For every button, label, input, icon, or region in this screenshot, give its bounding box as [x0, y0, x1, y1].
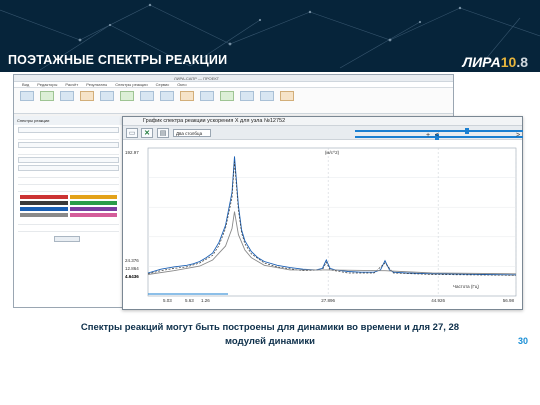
panel-row	[18, 135, 119, 140]
y-readout: 4.6436	[125, 274, 139, 279]
logo-name: ЛИРА	[462, 54, 501, 70]
color-swatch[interactable]	[69, 201, 117, 205]
page-number: 30	[518, 336, 529, 346]
ribbon-button[interactable]	[180, 91, 194, 101]
right-arrow-icon[interactable]: >	[516, 132, 520, 139]
menu-item[interactable]: Спектры реакции	[115, 82, 147, 87]
y-readout: 12.864	[125, 266, 139, 271]
panel-row	[18, 180, 119, 185]
columns-select[interactable]: Два столбца	[173, 129, 211, 137]
ribbon-button[interactable]	[60, 91, 74, 101]
panel-field[interactable]	[18, 127, 119, 133]
y-readout-top: 192.97	[125, 150, 139, 155]
ribbon-button[interactable]	[140, 91, 154, 101]
ribbon-button[interactable]	[260, 91, 274, 101]
app-title-bar: ЛИРА-САПР — ПРОЕКТ	[14, 75, 453, 82]
color-swatches	[20, 195, 117, 217]
ribbon-button[interactable]	[240, 91, 254, 101]
ribbon-button[interactable]	[200, 91, 214, 101]
panel-row	[18, 150, 119, 155]
spectrum-dialog: График спектра реакции ускорения X для у…	[122, 116, 523, 310]
logo-version-minor: .8	[516, 54, 528, 70]
panel-row	[18, 220, 119, 225]
logo-version-major: 10	[500, 54, 517, 70]
slider-thumb[interactable]	[465, 128, 469, 134]
lira-logo: ЛИРА10.8	[462, 54, 528, 70]
ribbon-button[interactable]	[280, 91, 294, 101]
x-tick-label: 44.926	[431, 298, 445, 303]
x-tick-label: 27.896	[321, 298, 335, 303]
ribbon-button[interactable]	[80, 91, 94, 101]
menu-item[interactable]: Сервис	[156, 82, 170, 87]
build-button[interactable]	[54, 236, 80, 242]
dialog-toolbar: ▭ ✕ ▤ Два столбца + < >	[123, 126, 523, 140]
ribbon-button[interactable]	[100, 91, 114, 101]
caption-block: Спектры реакций могут быть построены для…	[81, 322, 459, 347]
color-swatch[interactable]	[20, 195, 68, 199]
x-axis-label: Частота (Гц)	[453, 284, 479, 289]
x-tick-label: 56.98	[503, 298, 515, 303]
spectra-left-panel: Спектры реакции	[14, 116, 124, 307]
excel-icon[interactable]: ✕	[141, 128, 153, 138]
panel-field[interactable]	[18, 142, 119, 148]
header-banner: ПОЭТАЖНЫЕ СПЕКТРЫ РЕАКЦИИ ЛИРА10.8	[0, 0, 540, 72]
ribbon-button[interactable]	[160, 91, 174, 101]
color-swatch[interactable]	[20, 207, 68, 211]
menu-item[interactable]: Расчёт	[65, 82, 78, 87]
app-ribbon	[14, 88, 453, 114]
ribbon-button[interactable]	[20, 91, 34, 101]
left-arrow-icon[interactable]: <	[435, 132, 439, 139]
color-swatch[interactable]	[69, 213, 117, 217]
dialog-title: График спектра реакции ускорения X для у…	[143, 118, 286, 124]
dialog-title-bar: График спектра реакции ускорения X для у…	[123, 117, 522, 126]
panel-row	[18, 187, 119, 192]
ribbon-button[interactable]	[40, 91, 54, 101]
chart-title: (м/с^2)	[325, 150, 340, 155]
slide-title: ПОЭТАЖНЫЕ СПЕКТРЫ РЕАКЦИИ	[8, 53, 228, 67]
color-swatch[interactable]	[20, 213, 68, 217]
ribbon-button[interactable]	[120, 91, 134, 101]
table-icon[interactable]: ▤	[157, 128, 169, 138]
plot-area: 27.896 44.926 56.98 (м/с^2) 192.97 24.376 12.8…	[123, 140, 522, 309]
y-readout: 24.376	[125, 258, 139, 263]
menu-item[interactable]: Результаты	[86, 82, 107, 87]
x-readout: 5.63	[185, 298, 194, 303]
app-window-title: ЛИРА-САПР — ПРОЕКТ	[174, 76, 220, 81]
x-readout: 5.03	[163, 298, 172, 303]
color-swatch[interactable]	[69, 195, 117, 199]
menu-item[interactable]: Редакторы	[37, 82, 57, 87]
left-panel-title: Спектры реакции	[14, 116, 123, 125]
x-readout: 1.26	[201, 298, 210, 303]
color-swatch[interactable]	[20, 201, 68, 205]
color-swatch[interactable]	[69, 207, 117, 211]
caption-line-2: модулей динамики	[225, 336, 315, 347]
ribbon-button[interactable]	[220, 91, 234, 101]
open-icon[interactable]: ▭	[126, 128, 138, 138]
plus-icon[interactable]: +	[426, 132, 430, 139]
panel-field[interactable]	[18, 157, 119, 163]
menu-item[interactable]: Окно	[177, 82, 186, 87]
panel-row	[18, 227, 119, 232]
panel-row	[18, 173, 119, 178]
slide: ПОЭТАЖНЫЕ СПЕКТРЫ РЕАКЦИИ ЛИРА10.8 ЛИРА-…	[0, 0, 540, 405]
caption-line-1: Спектры реакций могут быть построены для…	[81, 322, 459, 333]
panel-field[interactable]	[18, 165, 119, 171]
menu-item[interactable]: Вид	[22, 82, 29, 87]
spectrum-chart: 27.896 44.926 56.98 (м/с^2) 192.97 24.376 12.8…	[125, 147, 517, 303]
